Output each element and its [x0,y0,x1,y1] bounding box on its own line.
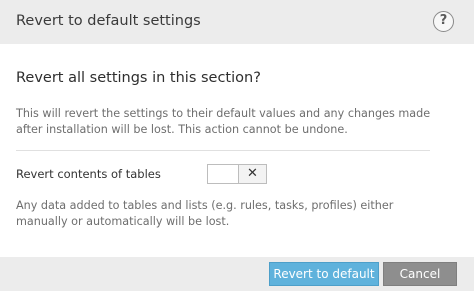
cancel-button[interactable]: Cancel [383,262,457,286]
revert-description: This will revert the settings to their d… [16,107,431,136]
revert-tables-toggle[interactable]: ✕ [207,164,267,184]
help-button[interactable]: ? [433,11,454,32]
x-icon: ✕ [247,166,258,181]
tables-warning-note: Any data added to tables and lists (e.g.… [16,199,394,228]
divider [16,150,430,151]
revert-to-default-button[interactable]: Revert to default [269,262,379,286]
dialog-title: Revert to default settings [16,13,201,29]
question-mark-icon: ? [439,13,448,28]
section-question: Revert all settings in this section? [16,70,261,86]
dialog-header: Revert to default settings ? [0,0,474,44]
toggle-knob: ✕ [238,165,266,183]
revert-tables-label: Revert contents of tables [16,167,161,181]
